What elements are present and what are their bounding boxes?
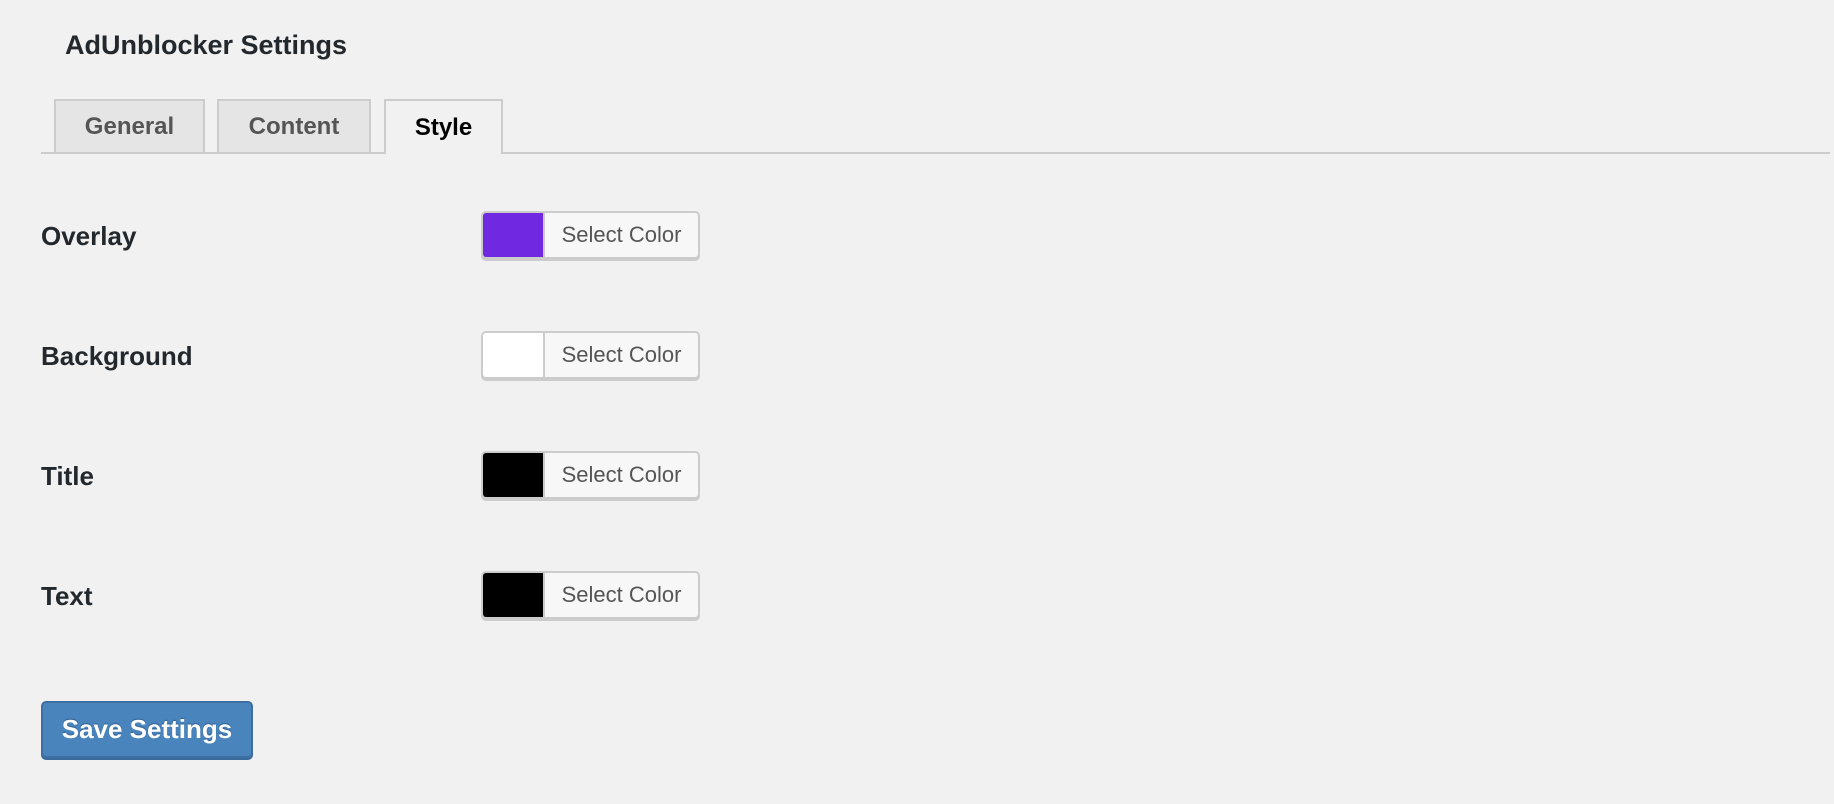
tab-content[interactable]: Content [217, 99, 371, 152]
overlay-color-picker-button[interactable]: Select Color [481, 211, 700, 259]
background-color-picker-button[interactable]: Select Color [481, 331, 700, 379]
color-swatch [483, 333, 545, 377]
field-label: Background [41, 341, 193, 371]
select-color-label: Select Color [561, 582, 682, 607]
select-color-label: Select Color [561, 342, 682, 367]
field-text: Text Select Color [41, 571, 741, 621]
title-color-picker-button[interactable]: Select Color [481, 451, 700, 499]
select-color-label: Select Color [561, 462, 682, 487]
field-label: Title [41, 461, 94, 491]
settings-tabs: General Content Style [41, 99, 1830, 154]
text-color-picker-button[interactable]: Select Color [481, 571, 700, 619]
field-overlay: Overlay Select Color [41, 211, 741, 261]
field-label: Overlay [41, 221, 137, 251]
save-settings-button[interactable]: Save Settings [41, 701, 253, 758]
field-label: Text [41, 581, 93, 611]
page-title: AdUnblocker Settings [65, 30, 348, 60]
color-swatch [483, 573, 545, 617]
tab-general[interactable]: General [54, 99, 205, 152]
field-background: Background Select Color [41, 331, 741, 381]
select-color-label: Select Color [561, 222, 682, 247]
color-swatch [483, 453, 545, 497]
field-title: Title Select Color [41, 451, 741, 501]
color-swatch [483, 213, 545, 257]
tab-style[interactable]: Style [384, 99, 503, 154]
